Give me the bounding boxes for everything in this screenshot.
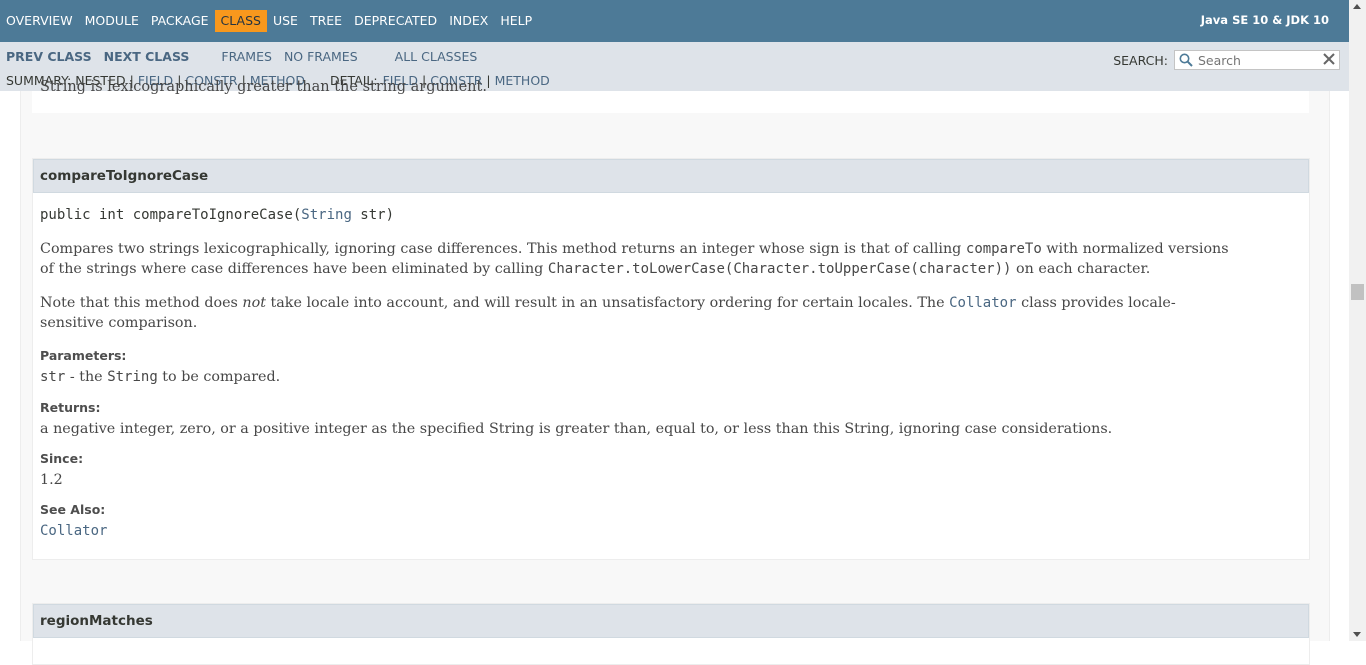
no-frames-link[interactable]: NO FRAMES [284, 49, 358, 64]
returns-label: Returns: [40, 400, 101, 415]
search-label: SEARCH: [1113, 52, 1168, 68]
subnav-row-links: PREV CLASS NEXT CLASS FRAMES NO FRAMES A… [6, 47, 477, 65]
search-input[interactable] [1196, 51, 1320, 69]
next-class-link[interactable]: NEXT CLASS [104, 49, 190, 64]
method-title: regionMatches [33, 604, 1309, 638]
vertical-scrollbar[interactable] [1349, 0, 1366, 641]
parameters-label: Parameters: [40, 348, 127, 363]
nav-module[interactable]: MODULE [79, 10, 145, 32]
parameter-str: str - the String to be compared. [40, 369, 281, 385]
since-value: 1.2 [40, 472, 63, 488]
string-type-link[interactable]: String [301, 207, 352, 223]
search-box[interactable] [1174, 50, 1340, 70]
nav-tree[interactable]: TREE [304, 10, 348, 32]
scroll-thumb[interactable] [1351, 284, 1364, 300]
previous-method-tail: String is lexicographically greater than… [32, 79, 1309, 113]
since-label: Since: [40, 451, 84, 466]
see-also-label: See Also: [40, 502, 106, 517]
nav-overview[interactable]: OVERVIEW [0, 10, 79, 32]
nav-index[interactable]: INDEX [443, 10, 494, 32]
nav-help[interactable]: HELP [494, 10, 538, 32]
all-classes-link[interactable]: ALL CLASSES [395, 49, 478, 64]
nav-deprecated[interactable]: DEPRECATED [348, 10, 443, 32]
top-nav-items: OVERVIEW MODULE PACKAGE CLASS USE TREE D… [0, 0, 538, 42]
about-label: Java SE 10 & JDK 10 [1200, 13, 1329, 27]
see-also-value: Collator [40, 523, 107, 539]
method-title: compareToIgnoreCase [33, 159, 1309, 193]
nav-package[interactable]: PACKAGE [145, 10, 215, 32]
prev-class-link[interactable]: PREV CLASS [6, 49, 92, 64]
locale-note: Note that this method does not take loca… [40, 295, 1176, 331]
detail-method-link[interactable]: METHOD [495, 73, 550, 88]
method-regionMatches: regionMatches [32, 603, 1310, 665]
returns-text: a negative integer, zero, or a positive … [40, 421, 1113, 437]
close-x-icon[interactable] [1322, 52, 1336, 66]
collator-link[interactable]: Collator [949, 295, 1016, 311]
search-area: SEARCH: [1113, 50, 1340, 70]
method-compareToIgnoreCase: compareToIgnoreCase public int compareTo… [32, 158, 1310, 560]
see-also-collator-link[interactable]: Collator [40, 523, 107, 539]
method-signature: public int compareToIgnoreCase(String st… [40, 207, 395, 223]
scroll-up-arrow-icon[interactable] [1353, 4, 1361, 9]
magnifier-icon [1179, 53, 1193, 67]
previous-method-text: String is lexicographically greater than… [40, 79, 487, 95]
nav-class-active: CLASS [214, 10, 267, 32]
method-detail-content: String is lexicographically greater than… [20, 79, 1330, 665]
scroll-down-arrow-icon[interactable] [1353, 632, 1361, 637]
frames-link[interactable]: FRAMES [221, 49, 272, 64]
top-navigation-bar: OVERVIEW MODULE PACKAGE CLASS USE TREE D… [0, 0, 1349, 42]
method-description: Compares two strings lexicographically, … [40, 241, 1229, 277]
nav-use[interactable]: USE [267, 10, 304, 32]
